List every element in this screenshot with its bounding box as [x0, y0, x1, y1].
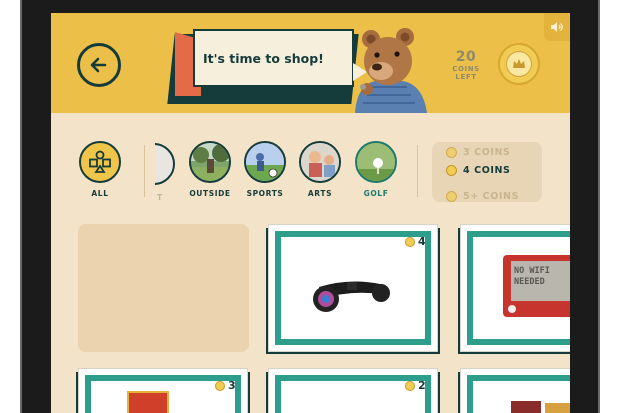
category-partial[interactable]	[155, 143, 177, 185]
coin-filter-option-selected[interactable]: 4 COINS	[446, 165, 511, 176]
category-label: SPORTS	[246, 189, 284, 198]
coin-filter-picker[interactable]: 3 COINS 4 COINS 5+ COINS	[432, 142, 542, 202]
back-button[interactable]	[77, 43, 121, 87]
category-outside[interactable]: OUTSIDE	[186, 141, 234, 198]
product-image	[91, 381, 235, 413]
category-label: ARTS	[307, 189, 333, 198]
speech-text: It's time to shop!	[203, 50, 324, 66]
category-label: GOLF	[363, 189, 389, 198]
coin-filter-option-label: 4 COINS	[463, 165, 511, 176]
category-divider	[144, 145, 145, 197]
category-golf[interactable]: GOLF	[352, 141, 400, 198]
hoverboard-icon	[313, 281, 390, 312]
product-placeholder	[78, 224, 249, 352]
golf-photo	[355, 141, 397, 183]
speaker-icon	[551, 22, 563, 32]
coins-left-label: COINS	[452, 65, 480, 73]
header-bar: It's time to shop! 20 COINS LEFT	[51, 13, 570, 113]
price-value: 4	[418, 235, 426, 248]
price-value: 2	[418, 379, 426, 392]
sound-toggle-button[interactable]	[544, 13, 570, 41]
product-image	[281, 381, 425, 413]
coins-left-counter: 20 COINS LEFT	[443, 49, 489, 81]
product-image: NO WIFI NEEDED	[473, 237, 570, 339]
category-all[interactable]: ALL	[76, 141, 124, 198]
coin-icon	[405, 236, 415, 247]
outside-photo	[189, 141, 231, 183]
speech-bubble: It's time to shop!	[193, 29, 354, 87]
product-card-toy-boxes[interactable]	[460, 368, 570, 413]
product-card-etch-a-sketch[interactable]: NO WIFI NEEDED	[460, 224, 570, 352]
category-label: OUTSIDE	[189, 189, 231, 198]
bear-mascot-icon	[355, 28, 427, 113]
arrow-left-icon	[90, 57, 107, 73]
category-divider-right	[417, 145, 418, 197]
crown-icon	[513, 59, 525, 68]
coin-icon	[446, 191, 457, 202]
app-screen: It's time to shop! 20 COINS LEFT ALL T O…	[51, 13, 570, 413]
category-sports[interactable]: SPORTS	[241, 141, 289, 198]
coin-icon	[446, 165, 457, 176]
coin-icon	[446, 147, 457, 158]
product-image	[281, 237, 425, 339]
sports-photo	[244, 141, 286, 183]
coin-filter-option[interactable]: 5+ COINS	[446, 191, 519, 202]
coins-left-value: 20	[455, 49, 477, 65]
coin-filter-option-label: 3 COINS	[463, 147, 511, 158]
tablet-edge-right	[598, 0, 600, 413]
category-arts[interactable]: ARTS	[296, 141, 344, 198]
price-tag: 2	[405, 379, 426, 392]
price-value: 3	[228, 379, 236, 392]
coin-icon	[215, 380, 225, 391]
coin-filter-option[interactable]: 3 COINS	[446, 147, 511, 158]
price-tag: 3	[215, 379, 236, 392]
product-card-hoverboard[interactable]: 4	[268, 224, 438, 352]
coin-filter-option-label: 5+ COINS	[463, 191, 520, 202]
coin-icon	[498, 43, 540, 85]
product-card-board-game[interactable]: 3	[78, 368, 248, 413]
product-image	[473, 381, 570, 413]
shapes-icon	[89, 150, 111, 173]
category-all-circle	[79, 141, 121, 183]
category-label: ALL	[91, 189, 109, 198]
etch-screen-text: NO WIFI NEEDED	[511, 261, 570, 301]
price-tag: 4	[405, 235, 426, 248]
coin-icon	[405, 380, 415, 391]
coins-left-label-2: LEFT	[455, 73, 477, 81]
arts-photo	[299, 141, 341, 183]
product-card-game-console[interactable]: 2	[268, 368, 438, 413]
category-partial-label: T	[157, 193, 163, 202]
